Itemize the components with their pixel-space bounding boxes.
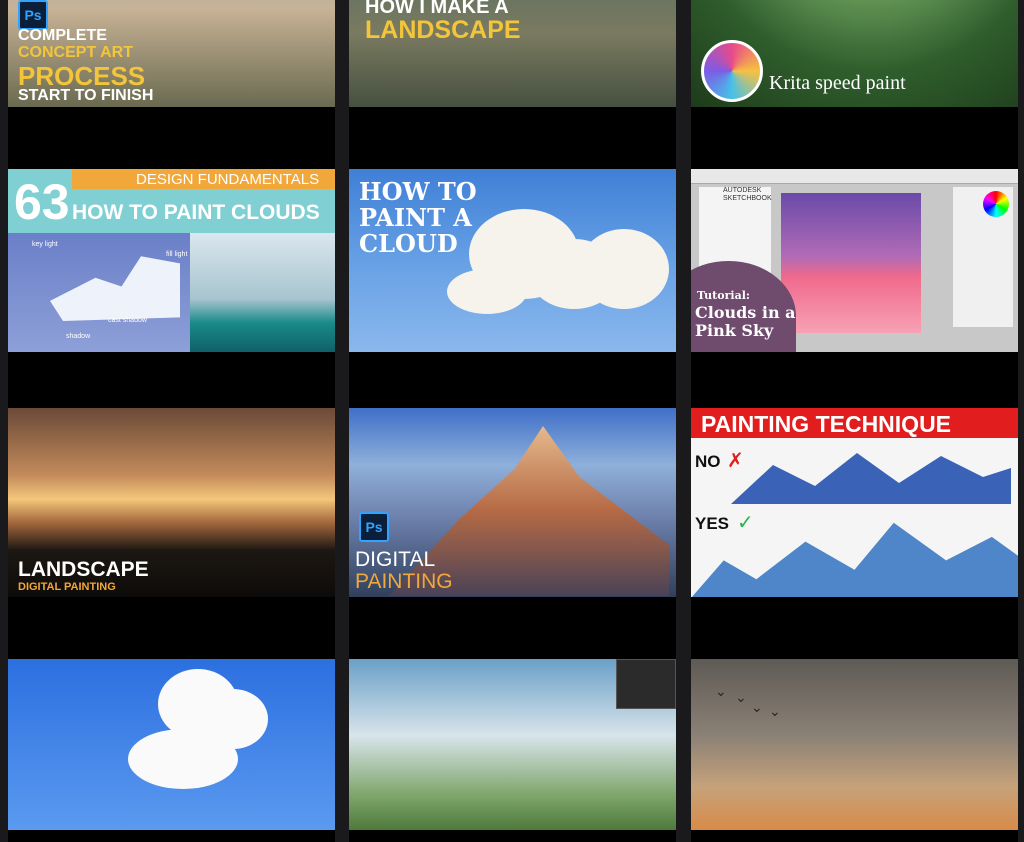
video-card-how-to-paint-a-cloud[interactable]: HOW TO PAINT A CLOUD (349, 107, 676, 353)
video-card-krita-speed-paint[interactable]: Krita speed paint (691, 0, 1018, 107)
app-name-label: SKETCHBOOK (723, 195, 772, 202)
video-card-landscape-digital-painting[interactable]: LANDSCAPE DIGITAL PAINTING (8, 352, 335, 598)
thumbnail-image[interactable] (349, 659, 676, 830)
diagram-label: key light (32, 241, 58, 248)
thumbnail-title-line: HOW TO (359, 177, 477, 206)
thumbnail-title-line: CLOUD (359, 229, 458, 258)
video-card-mountain-digital-painting[interactable]: Ps DIGITAL PAINTING (349, 352, 676, 598)
thumbnail-title-line: COMPLETE (18, 27, 107, 44)
cloud-shape (579, 229, 669, 309)
krita-logo-icon (701, 40, 763, 102)
cloud-shape (128, 729, 238, 789)
diagram-label: shadow (66, 333, 91, 340)
bird-icon: ⌄ (735, 689, 747, 705)
bird-icon: ⌄ (715, 683, 727, 699)
cloud-shape (447, 269, 527, 314)
seascape-panel (190, 233, 335, 353)
thumbnail-image[interactable]: ⌄ ⌄ ⌄ ⌄ (691, 659, 1018, 830)
thumbnail-title-line: DIGITAL PAINTING (18, 581, 116, 593)
video-card-blue-sky-clouds[interactable] (8, 597, 335, 842)
thumbnail-title-line: Clouds in a (695, 303, 796, 322)
photoshop-logo-icon: Ps (18, 0, 48, 30)
thumbnail-image[interactable]: AUTODESK SKETCHBOOK Tutorial: Clouds in … (691, 169, 1018, 353)
photoshop-logo-icon: Ps (359, 512, 389, 542)
thumbnail-title-line: PAINT A (359, 203, 472, 232)
video-card-clouds-in-a-pink-sky[interactable]: AUTODESK SKETCHBOOK Tutorial: Clouds in … (691, 107, 1018, 353)
thumbnail-image[interactable]: Ps DIGITAL PAINTING (349, 408, 676, 598)
bird-icon: ⌄ (769, 703, 781, 719)
color-wheel-icon (983, 191, 1009, 217)
thumbnail-image[interactable]: 63 DESIGN FUNDAMENTALS HOW TO PAINT CLOU… (8, 169, 335, 353)
thumbnail-image[interactable] (8, 659, 335, 830)
thumbnail-image[interactable]: HOW TO PAINT A CLOUD (349, 169, 676, 353)
video-card-how-i-make-a-landscape[interactable]: HOW I MAKE A LANDSCAPE (349, 0, 676, 107)
cross-icon: ✗ (727, 450, 744, 472)
tutorial-label: Tutorial: (697, 289, 750, 302)
thumbnail-image[interactable]: PAINTING TECHNIQUE NO ✗ YES ✓ (691, 408, 1018, 598)
app-panel (616, 659, 676, 709)
canvas-area (781, 193, 921, 333)
wrong-mountains (731, 453, 1011, 504)
thumbnail-title-line: HOW TO PAINT CLOUDS (72, 201, 320, 224)
thumbnail-title-line: Pink Sky (695, 321, 774, 340)
bird-icon: ⌄ (751, 699, 763, 715)
thumbnail-image[interactable]: Krita speed paint (691, 0, 1018, 107)
thumbnail-title-line: Krita speed paint (769, 72, 906, 94)
check-icon: ✓ (737, 512, 754, 534)
video-card-concept-art-process[interactable]: Ps COMPLETE CONCEPT ART PROCESS START TO… (8, 0, 335, 107)
app-name-label: AUTODESK (723, 187, 762, 194)
thumbnail-image[interactable]: HOW I MAKE A LANDSCAPE (349, 0, 676, 107)
no-label: NO (695, 452, 721, 471)
thumbnail-image[interactable]: Ps COMPLETE CONCEPT ART PROCESS START TO… (8, 0, 335, 107)
yes-label: YES (695, 514, 730, 533)
video-card-painting-technique[interactable]: PAINTING TECHNIQUE NO ✗ YES ✓ (691, 352, 1018, 598)
video-card-dusk-landscape[interactable]: ⌄ ⌄ ⌄ ⌄ (691, 597, 1018, 842)
video-card-painterly-landscape[interactable] (349, 597, 676, 842)
diagram-label: fill light (166, 251, 188, 258)
scrollbar[interactable] (1018, 0, 1024, 768)
thumbnail-subtitle: DESIGN FUNDAMENTALS (136, 171, 320, 188)
thumbnail-title-line: LANDSCAPE (18, 558, 149, 581)
thumbnail-title-line: DIGITAL (355, 548, 436, 571)
thumbnail-image[interactable]: LANDSCAPE DIGITAL PAINTING (8, 408, 335, 598)
thumbnail-title-line: CONCEPT ART (18, 44, 133, 61)
video-thumbnail-grid: Ps COMPLETE CONCEPT ART PROCESS START TO… (0, 0, 1024, 842)
thumbnail-title-line: PAINTING (355, 570, 453, 593)
thumbnail-title-line: PAINTING TECHNIQUE (701, 411, 952, 437)
episode-number: 63 (14, 174, 70, 230)
thumbnail-title-line: LANDSCAPE (365, 16, 521, 44)
video-card-how-to-paint-clouds[interactable]: 63 DESIGN FUNDAMENTALS HOW TO PAINT CLOU… (8, 107, 335, 353)
app-toolbar (691, 169, 1018, 184)
thumbnail-title-line: START TO FINISH (18, 87, 154, 104)
diagram-label: cast shadow (108, 317, 147, 324)
